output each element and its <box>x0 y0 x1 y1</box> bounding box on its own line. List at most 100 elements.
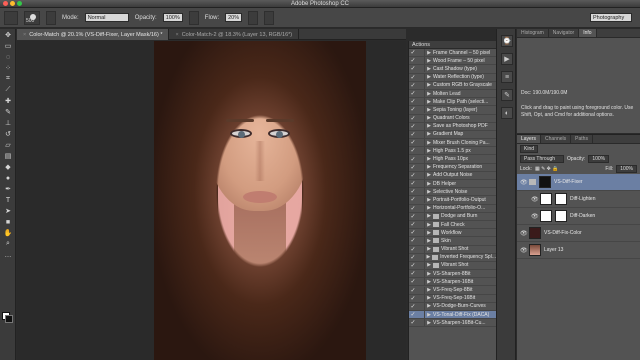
crop-tool-icon[interactable]: ⌗ <box>2 74 14 84</box>
expand-triangle-icon[interactable]: ▶ <box>425 320 433 326</box>
action-dialog-toggle[interactable] <box>417 180 425 188</box>
expand-triangle-icon[interactable]: ▶ <box>425 230 433 236</box>
action-dialog-toggle[interactable] <box>417 221 425 229</box>
adjustment-thumbnail[interactable] <box>540 210 552 222</box>
visibility-eye-icon[interactable]: 👁 <box>520 230 528 237</box>
action-item[interactable]: ✓ ▶ High Pass 10px <box>409 155 496 164</box>
expand-triangle-icon[interactable]: ▶ <box>425 246 433 252</box>
action-dialog-toggle[interactable] <box>417 73 425 81</box>
action-dialog-toggle[interactable] <box>417 81 425 89</box>
action-dialog-toggle[interactable] <box>417 122 425 130</box>
tab-channels[interactable]: Channels <box>541 135 572 143</box>
action-dialog-toggle[interactable] <box>417 270 425 278</box>
close-tab-icon[interactable]: × <box>23 32 26 38</box>
lasso-tool-icon[interactable]: ◌ <box>2 52 14 62</box>
blend-mode-select[interactable]: Pass Through <box>520 155 564 163</box>
zoom-tool-icon[interactable]: ⌕ <box>2 239 14 249</box>
action-dialog-toggle[interactable] <box>417 139 425 147</box>
expand-triangle-icon[interactable]: ▶ <box>425 91 433 97</box>
brush-panel-icon[interactable]: ✎ <box>501 89 513 101</box>
doc-tab-color-match[interactable]: × Color-Match @ 20.1% (VS-Diff-Fixer, La… <box>17 29 170 40</box>
layer-row[interactable]: 👁 Layer 13 <box>517 242 640 259</box>
action-enabled-check-icon[interactable]: ✓ <box>409 65 417 72</box>
action-dialog-toggle[interactable] <box>417 49 425 57</box>
expand-triangle-icon[interactable]: ▶ <box>425 254 433 260</box>
layer-opacity-field[interactable]: 100% <box>588 155 610 163</box>
visibility-eye-icon[interactable]: 👁 <box>520 179 528 186</box>
action-item[interactable]: ✓ ▶ Frame Channel – 50 pixel <box>409 49 496 58</box>
layer-row[interactable]: 👁 Diff-Darken <box>517 208 640 225</box>
adjustment-thumbnail[interactable] <box>540 193 552 205</box>
action-enabled-check-icon[interactable]: ✓ <box>409 319 417 326</box>
action-dialog-toggle[interactable] <box>417 311 425 319</box>
expand-triangle-icon[interactable]: ▶ <box>425 312 433 318</box>
action-dialog-toggle[interactable] <box>417 65 425 73</box>
action-dialog-toggle[interactable] <box>417 245 425 253</box>
action-enabled-check-icon[interactable]: ✓ <box>409 213 417 220</box>
action-enabled-check-icon[interactable]: ✓ <box>409 229 417 236</box>
action-item[interactable]: ✓ ▶ Gradient Map <box>409 130 496 140</box>
expand-triangle-icon[interactable]: ▶ <box>425 148 433 154</box>
action-dialog-toggle[interactable] <box>417 229 425 237</box>
document-canvas[interactable] <box>17 41 406 360</box>
action-item[interactable]: ✓ ▶ Vibrant Shot <box>409 261 496 271</box>
expand-triangle-icon[interactable]: ▶ <box>425 74 433 80</box>
expand-triangle-icon[interactable]: ▶ <box>425 197 433 203</box>
expand-triangle-icon[interactable]: ▶ <box>425 279 433 285</box>
action-dialog-toggle[interactable] <box>417 188 425 196</box>
action-item[interactable]: ✓ ▶ Custom RGB to Grayscale <box>409 81 496 90</box>
brush-tool-preset-icon[interactable] <box>4 10 18 25</box>
action-dialog-toggle[interactable] <box>417 278 425 286</box>
action-item[interactable]: ✓ ▶ Quadrant Colors <box>409 114 496 123</box>
opacity-field[interactable]: 100% <box>162 13 183 22</box>
action-item[interactable]: ✓ ▶ Molten Lead <box>409 90 496 99</box>
action-dialog-toggle[interactable] <box>417 261 425 269</box>
action-item[interactable]: ✓ ▶ Skin <box>409 237 496 246</box>
layer-row[interactable]: 👁 VS-Diff-Fixer <box>517 174 640 191</box>
brush-size-picker[interactable]: 500 <box>24 10 40 25</box>
action-item[interactable]: ✓ ▶ Wood Frame – 50 pixel <box>409 57 496 66</box>
pressure-size-icon[interactable] <box>264 10 275 25</box>
layer-row[interactable]: 👁 VS-Diff-Fix-Color <box>517 225 640 242</box>
action-dialog-toggle[interactable] <box>417 98 425 106</box>
action-dialog-toggle[interactable] <box>417 196 425 204</box>
action-enabled-check-icon[interactable]: ✓ <box>409 139 417 146</box>
action-item[interactable]: ✓ ▶ Horizontal-Portfolio-O... <box>409 204 496 213</box>
action-item[interactable]: ✓ ▶ Portrait-Portfolio-Output <box>409 196 496 205</box>
action-enabled-check-icon[interactable]: ✓ <box>409 49 417 56</box>
expand-triangle-icon[interactable]: ▶ <box>425 262 433 268</box>
action-item[interactable]: ✓ ▶ VS-Sharpen-16Bit <box>409 278 496 287</box>
action-enabled-check-icon[interactable]: ✓ <box>409 164 417 171</box>
layer-thumbnail[interactable] <box>529 227 541 239</box>
action-enabled-check-icon[interactable]: ✓ <box>409 131 417 138</box>
history-brush-tool-icon[interactable]: ↺ <box>2 129 14 139</box>
action-dialog-toggle[interactable] <box>417 57 425 65</box>
action-item[interactable]: ✓ ▶ VS-Tonal-Diff-Fix (DACA) <box>409 311 496 320</box>
expand-triangle-icon[interactable]: ▶ <box>425 123 433 129</box>
expand-triangle-icon[interactable]: ▶ <box>425 172 433 178</box>
dodge-tool-icon[interactable]: ● <box>2 173 14 183</box>
healing-brush-tool-icon[interactable]: ✚ <box>2 96 14 106</box>
visibility-eye-icon[interactable]: 👁 <box>531 196 539 203</box>
action-enabled-check-icon[interactable]: ✓ <box>409 237 417 244</box>
action-enabled-check-icon[interactable]: ✓ <box>409 278 417 285</box>
airbrush-icon[interactable] <box>248 10 259 25</box>
action-dialog-toggle[interactable] <box>417 171 425 179</box>
action-enabled-check-icon[interactable]: ✓ <box>409 172 417 179</box>
action-dialog-toggle[interactable] <box>417 319 425 327</box>
expand-triangle-icon[interactable]: ▶ <box>425 205 433 211</box>
expand-triangle-icon[interactable]: ▶ <box>425 181 433 187</box>
brush-tool-icon[interactable]: ✎ <box>2 107 14 117</box>
rectangle-tool-icon[interactable]: ■ <box>2 217 14 227</box>
action-enabled-check-icon[interactable]: ✓ <box>409 74 417 81</box>
action-enabled-check-icon[interactable]: ✓ <box>409 270 417 277</box>
action-dialog-toggle[interactable] <box>417 114 425 122</box>
action-dialog-toggle[interactable] <box>417 294 425 302</box>
action-enabled-check-icon[interactable]: ✓ <box>409 82 417 89</box>
expand-triangle-icon[interactable]: ▶ <box>425 82 433 88</box>
type-tool-icon[interactable]: T <box>2 195 14 205</box>
action-enabled-check-icon[interactable]: ✓ <box>409 311 417 318</box>
action-dialog-toggle[interactable] <box>417 155 425 163</box>
expand-triangle-icon[interactable]: ▶ <box>425 295 433 301</box>
tab-navigator[interactable]: Navigator <box>549 29 580 37</box>
